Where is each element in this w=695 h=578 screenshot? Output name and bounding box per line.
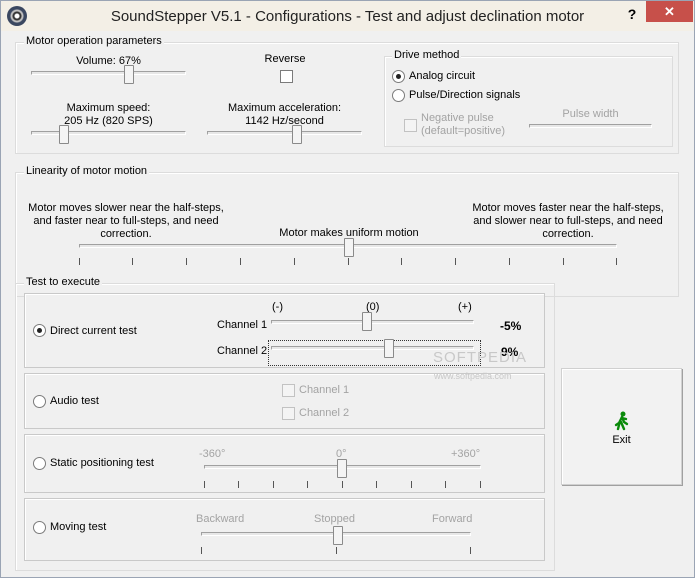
tests-legend: Test to execute (24, 276, 102, 288)
channel1-track (271, 320, 474, 324)
channel1-label: Channel 1 (217, 319, 268, 331)
analog-circuit-label[interactable]: Analog circuit (409, 70, 475, 82)
linearity-left-line1: Motor moves slower near the half-steps, (28, 202, 224, 214)
softpedia-watermark: SOFTPEDIA (433, 349, 528, 366)
moving-speed-thumb[interactable] (333, 526, 343, 545)
max-accel-value: 1142 Hz/second (245, 115, 324, 127)
moving-test-radio[interactable] (33, 521, 46, 534)
running-man-icon (614, 411, 629, 431)
softpedia-watermark-url: www.softpedia.com (434, 371, 512, 381)
audio-channel1-label: Channel 1 (299, 384, 350, 396)
audio-channel2-checkbox[interactable] (282, 407, 295, 420)
audio-test-panel (24, 373, 545, 429)
pulse-width-label: Pulse width (562, 108, 619, 120)
reverse-label: Reverse (264, 53, 306, 65)
app-window: SoundStepper V5.1 - Configurations - Tes… (0, 0, 695, 578)
dc-test-label[interactable]: Direct current test (50, 325, 137, 337)
volume-label: Volume: 67% (76, 55, 141, 67)
linearity-legend: Linearity of motor motion (24, 165, 150, 177)
stopped-label: Stopped (314, 513, 355, 525)
dc-test-radio[interactable] (33, 324, 46, 337)
max-speed-value: 205 Hz (820 SPS) (64, 115, 153, 127)
channel1-thumb[interactable] (362, 312, 372, 331)
analog-circuit-radio[interactable] (392, 70, 405, 83)
audio-test-label[interactable]: Audio test (50, 395, 99, 407)
motor-params-legend: Motor operation parameters (24, 35, 164, 47)
plus-label: (+) (458, 301, 472, 313)
drive-method-legend: Drive method (392, 49, 462, 61)
reverse-checkbox[interactable] (280, 70, 293, 83)
negative-pulse-checkbox[interactable] (404, 119, 417, 132)
max-speed-thumb[interactable] (59, 125, 69, 144)
exit-label: Exit (612, 434, 631, 446)
pulse-width-slider[interactable] (529, 124, 652, 128)
channel2-label: Channel 2 (217, 345, 268, 357)
audio-channel1-checkbox[interactable] (282, 384, 295, 397)
linearity-thumb[interactable] (344, 238, 354, 257)
minus-label: (-) (272, 301, 283, 313)
linearity-left-line3: correction. (100, 228, 152, 240)
static-test-radio[interactable] (33, 457, 46, 470)
negative-pulse-label: Negative pulse (421, 112, 494, 124)
window-title: SoundStepper V5.1 - Configurations - Tes… (110, 8, 585, 25)
volume-track (31, 71, 186, 75)
max-speed-label: Maximum speed: (66, 102, 151, 114)
linearity-left-line2: and faster near to full-steps, and need (33, 215, 219, 227)
static-position-ticks (204, 481, 481, 489)
deg-plus-label: +360° (451, 448, 481, 460)
max-accel-track (207, 131, 362, 135)
linearity-right-line3: correction. (542, 228, 594, 240)
exit-button[interactable]: Exit (561, 368, 682, 485)
moving-test-label[interactable]: Moving test (50, 521, 106, 533)
pulse-direction-radio[interactable] (392, 89, 405, 102)
title-bar: SoundStepper V5.1 - Configurations - Tes… (1, 1, 694, 31)
forward-label: Forward (432, 513, 473, 525)
audio-test-radio[interactable] (33, 395, 46, 408)
pulse-direction-label[interactable]: Pulse/Direction signals (409, 89, 520, 101)
client-area: Motor operation parameters Volume: 67% R… (1, 31, 694, 577)
volume-thumb[interactable] (124, 65, 134, 84)
max-accel-label: Maximum acceleration: (227, 102, 342, 114)
negative-pulse-sublabel: (default=positive) (421, 125, 506, 137)
max-speed-track (31, 131, 186, 135)
linearity-ticks (79, 258, 617, 266)
max-accel-thumb[interactable] (292, 125, 302, 144)
moving-speed-ticks (201, 547, 471, 555)
backward-label: Backward (196, 513, 245, 525)
linearity-right-line2: and slower near to full-steps, and need (473, 215, 663, 227)
linearity-right-line1: Motor moves faster near the half-steps, (472, 202, 664, 214)
channel2-thumb[interactable] (384, 339, 394, 358)
deg-minus-label: -360° (199, 448, 226, 460)
help-button[interactable]: ? (618, 4, 646, 25)
static-test-label[interactable]: Static positioning test (50, 457, 154, 469)
audio-channel2-label: Channel 2 (299, 407, 350, 419)
static-position-thumb[interactable] (337, 459, 347, 478)
close-button[interactable]: ✕ (646, 1, 693, 22)
channel1-value: -5% (500, 319, 522, 333)
